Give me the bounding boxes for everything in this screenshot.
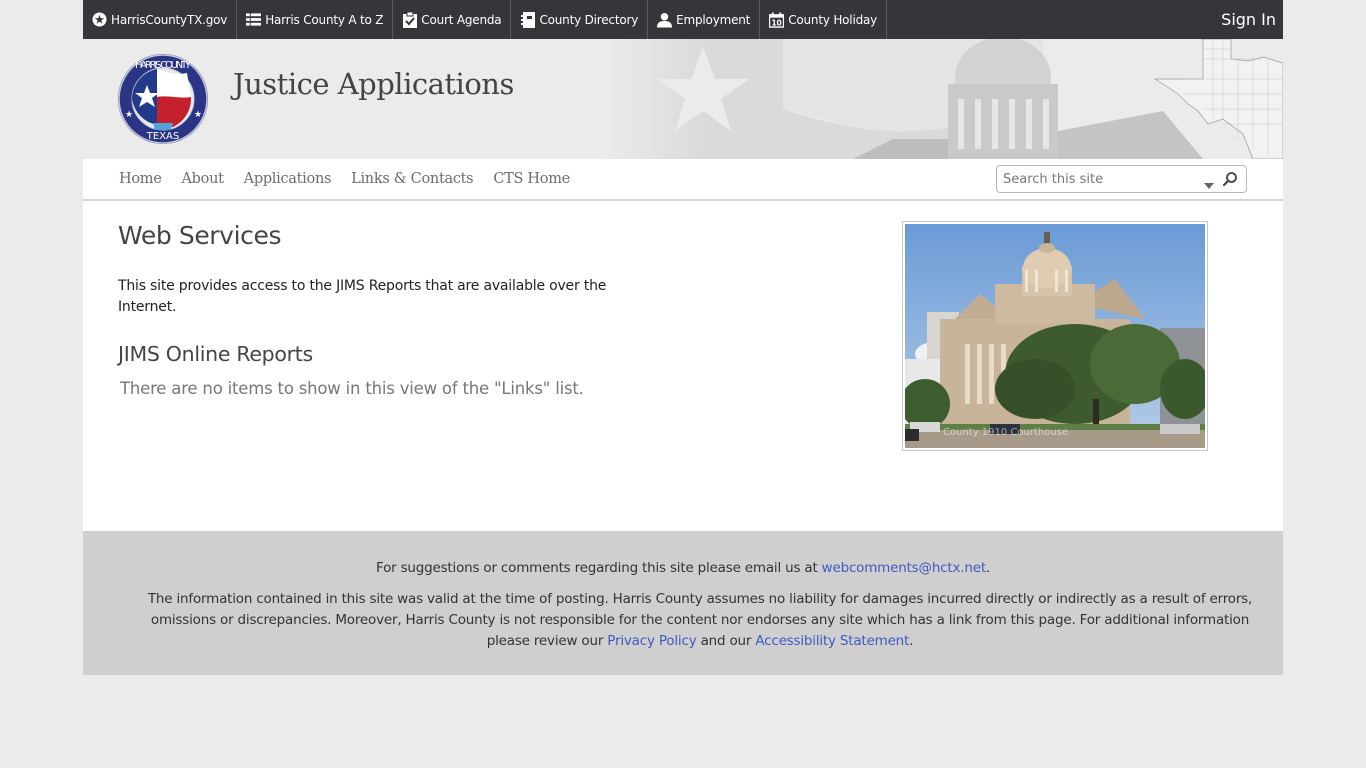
- svg-text:★: ★: [125, 110, 133, 120]
- topbar-link-county-holiday[interactable]: 10 County Holiday: [760, 0, 888, 39]
- courthouse-image: [900, 224, 1210, 448]
- svg-text:HARRIS COUNTY: HARRIS COUNTY: [135, 60, 192, 71]
- empty-list-message: There are no items to show in this view …: [120, 379, 584, 398]
- footer-suggestion-text: For suggestions or comments regarding th…: [375, 560, 822, 576]
- harris-county-seal-logo: HARRIS COUNTY TEXAS ★ ★: [118, 54, 208, 144]
- site-footer: For suggestions or comments regarding th…: [83, 531, 1283, 675]
- nav-item-about[interactable]: About: [182, 171, 224, 187]
- intro-text: This site provides access to the JIMS Re…: [118, 278, 607, 315]
- search-scope-dropdown-icon[interactable]: [1204, 174, 1214, 193]
- accessibility-statement-link[interactable]: Accessibility Statement: [755, 633, 909, 649]
- svg-text:TEXAS: TEXAS: [146, 131, 179, 142]
- section-title: JIMS Online Reports: [118, 342, 313, 366]
- photo-caption: County 1910 Courthouse: [943, 427, 1069, 438]
- nav-item-applications[interactable]: Applications: [244, 171, 332, 187]
- main-content: Web Services This site provides access t…: [83, 201, 1283, 531]
- topbar-link-label: County Holiday: [788, 12, 878, 27]
- topbar-link-court-agenda[interactable]: Court Agenda: [393, 0, 512, 39]
- topbar-link-county-directory[interactable]: County Directory: [511, 0, 649, 39]
- banner-background-art: [603, 39, 1283, 159]
- nav-item-cts-home[interactable]: CTS Home: [493, 171, 570, 187]
- search-box: [996, 165, 1247, 193]
- star-circle-icon: [92, 12, 107, 27]
- topbar-link-harriscountytx[interactable]: HarrisCountyTX.gov: [83, 0, 238, 39]
- topbar-link-employment[interactable]: Employment: [648, 0, 761, 39]
- topbar-link-a-to-z[interactable]: Harris County A to Z: [237, 0, 394, 39]
- sign-in-link[interactable]: Sign In: [1221, 0, 1276, 39]
- footer-email-link[interactable]: webcomments@hctx.net: [822, 560, 986, 576]
- svg-text:★: ★: [194, 110, 202, 120]
- search-input[interactable]: [997, 171, 1197, 187]
- footer-and-our: and our: [696, 633, 756, 649]
- footer-end: .: [909, 633, 914, 649]
- search-icon[interactable]: [1222, 171, 1238, 191]
- topbar-link-label: Court Agenda: [421, 12, 502, 27]
- nav-item-links-contacts[interactable]: Links & Contacts: [351, 171, 473, 187]
- site-title[interactable]: Justice Applications: [233, 67, 514, 101]
- clipboard-check-icon: [402, 11, 417, 28]
- address-book-icon: [520, 11, 535, 28]
- footer-suggestion: For suggestions or comments regarding th…: [83, 558, 1283, 579]
- footer-period: .: [985, 560, 991, 576]
- svg-text:10: 10: [772, 18, 782, 27]
- page: HarrisCountyTX.gov Harris County A to Z …: [83, 0, 1283, 675]
- nav-item-home[interactable]: Home: [119, 171, 162, 187]
- footer-disclaimer: The information contained in this site w…: [83, 589, 1283, 652]
- page-title: Web Services: [118, 221, 282, 250]
- main-navigation: Home About Applications Links & Contacts…: [83, 159, 1283, 201]
- site-banner: HARRIS COUNTY TEXAS ★ ★ Justice Applicat…: [83, 39, 1283, 159]
- topbar-link-label: Harris County A to Z: [265, 12, 384, 27]
- topbar-link-label: Employment: [676, 12, 751, 27]
- user-icon: [657, 12, 673, 27]
- top-bar: HarrisCountyTX.gov Harris County A to Z …: [83, 0, 1283, 39]
- courthouse-photo: County 1910 Courthouse: [900, 221, 1210, 451]
- calendar-icon: 10: [769, 12, 785, 28]
- privacy-policy-link[interactable]: Privacy Policy: [607, 633, 696, 649]
- list-icon: [246, 12, 262, 27]
- topbar-link-label: County Directory: [539, 12, 639, 27]
- topbar-link-label: HarrisCountyTX.gov: [111, 12, 228, 27]
